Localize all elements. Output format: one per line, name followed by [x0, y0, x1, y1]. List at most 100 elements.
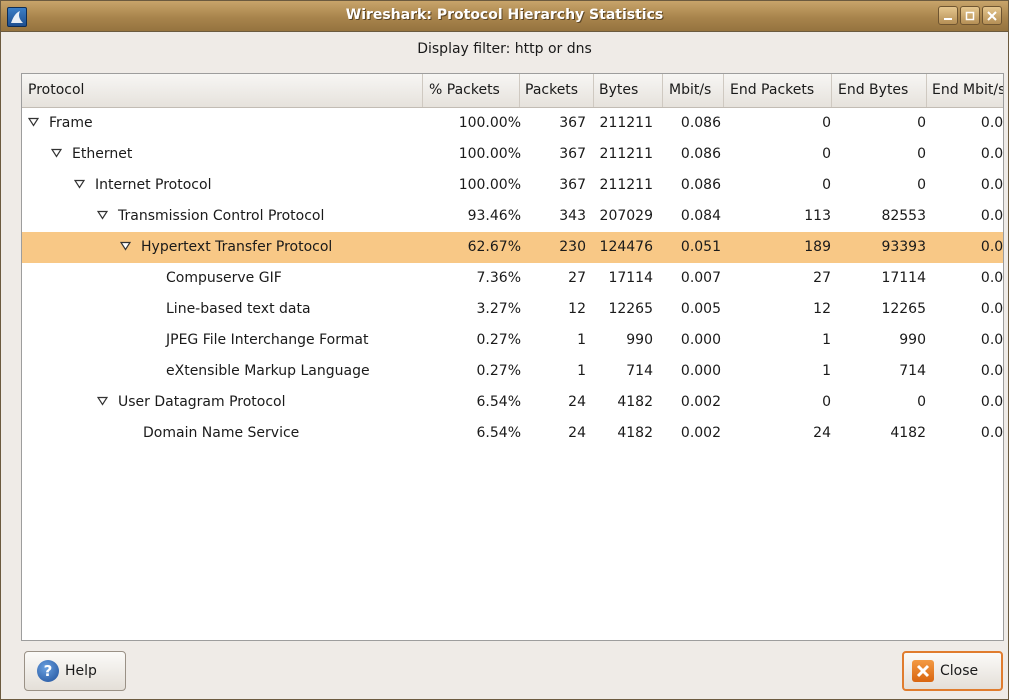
table-row[interactable]: Ethernet 100.00% 367 211211 0.086 0 0 0.000 [22, 139, 1003, 170]
packets-cell: 367 [559, 177, 586, 193]
protocol-name: Transmission Control Protocol [118, 208, 325, 224]
column-header-bytes[interactable]: Bytes [594, 74, 663, 107]
pct-cell: 7.36% [476, 270, 521, 286]
end-mbit-cell: 0.005 [980, 301, 1004, 317]
column-header-packets[interactable]: Packets [520, 74, 594, 107]
close-window-button[interactable] [982, 6, 1002, 25]
bytes-cell: 12265 [608, 301, 653, 317]
end-packets-cell: 113 [804, 208, 831, 224]
end-bytes-cell: 714 [899, 363, 926, 379]
column-header-end-mbit[interactable]: End Mbit/s [927, 74, 1003, 107]
maximize-icon [965, 11, 975, 20]
end-mbit-cell: 0.000 [980, 363, 1004, 379]
mbit-cell: 0.005 [680, 301, 721, 317]
bytes-cell: 211211 [599, 115, 653, 131]
end-packets-cell: 24 [813, 425, 831, 441]
protocol-name: Domain Name Service [143, 425, 300, 441]
table-row[interactable]: Line-based text data 3.27% 12 12265 0.005 12 1… [22, 294, 1003, 325]
column-header-row: Protocol % Packets Packets Bytes Mbit/s … [22, 74, 1003, 108]
packets-cell: 27 [568, 270, 586, 286]
end-mbit-cell: 0.000 [980, 146, 1004, 162]
table-row[interactable]: eXtensible Markup Language 0.27% 1 714 0.000… [22, 356, 1003, 387]
end-mbit-cell: 0.034 [980, 208, 1004, 224]
table-row[interactable]: JPEG File Interchange Format 0.27% 1 990 0.0… [22, 325, 1003, 356]
mbit-cell: 0.002 [680, 394, 721, 410]
pct-cell: 6.54% [476, 394, 521, 410]
triangle-down-icon[interactable] [96, 387, 109, 406]
bytes-cell: 4182 [617, 394, 653, 410]
table-row[interactable]: User Datagram Protocol 6.54% 24 4182 0.002 0 0… [22, 387, 1003, 418]
bytes-cell: 211211 [599, 177, 653, 193]
protocol-cell: Transmission Control Protocol [96, 201, 325, 232]
table-row[interactable]: Hypertext Transfer Protocol 62.67% 230 1244… [22, 232, 1003, 263]
mbit-cell: 0.051 [680, 239, 721, 255]
pct-cell: 93.46% [467, 208, 521, 224]
end-packets-cell: 0 [822, 146, 831, 162]
tree-rows: Frame100.00%3672112110.086000.000Etherne… [22, 108, 1003, 449]
protocol-name: Hypertext Transfer Protocol [141, 239, 333, 255]
end-bytes-cell: 0 [917, 394, 926, 410]
column-header-end-bytes[interactable]: End Bytes [832, 74, 927, 107]
packets-cell: 24 [568, 394, 586, 410]
pct-cell: 100.00% [458, 177, 521, 193]
end-bytes-cell: 12265 [881, 301, 926, 317]
protocol-name: JPEG File Interchange Format [166, 332, 369, 348]
pct-cell: 6.54% [476, 425, 521, 441]
triangle-down-icon[interactable] [50, 139, 63, 158]
end-packets-cell: 0 [822, 177, 831, 193]
triangle-down-icon[interactable] [73, 170, 86, 189]
protocol-cell: Compuserve GIF [166, 263, 282, 294]
pct-cell: 62.67% [467, 239, 521, 255]
table-row[interactable]: Domain Name Service 6.54% 24 4182 0.002 24 418… [22, 418, 1003, 449]
mbit-cell: 0.086 [680, 146, 721, 162]
protocol-cell: Domain Name Service [143, 418, 299, 449]
close-button[interactable]: Close [902, 651, 1003, 691]
minimize-icon [944, 17, 952, 20]
help-button[interactable]: ? Help [24, 651, 126, 691]
triangle-down-icon[interactable] [119, 232, 132, 251]
protocol-cell: Frame [27, 108, 93, 139]
column-header-end-packets[interactable]: End Packets [724, 74, 832, 107]
packets-cell: 24 [568, 425, 586, 441]
table-row[interactable]: Frame 100.00% 367 211211 0.086 0 0 0.000 [22, 108, 1003, 139]
protocol-name: Compuserve GIF [166, 270, 282, 286]
help-button-label: Help [65, 663, 97, 679]
help-icon: ? [37, 660, 59, 682]
end-bytes-cell: 4182 [890, 425, 926, 441]
protocol-tree[interactable]: Protocol % Packets Packets Bytes Mbit/s … [21, 73, 1004, 641]
end-mbit-cell: 0.000 [980, 394, 1004, 410]
mbit-cell: 0.000 [680, 363, 721, 379]
column-header-protocol[interactable]: Protocol [22, 74, 423, 107]
packets-cell: 367 [559, 146, 586, 162]
protocol-cell: JPEG File Interchange Format [166, 325, 368, 356]
column-header-mbit[interactable]: Mbit/s [663, 74, 724, 107]
end-packets-cell: 0 [822, 394, 831, 410]
end-mbit-cell: 0.038 [980, 239, 1004, 255]
end-mbit-cell: 0.007 [980, 270, 1004, 286]
table-row[interactable]: Internet Protocol 100.00% 367 211211 0.086 0 0… [22, 170, 1003, 201]
display-filter-label: Display filter: http or dns [417, 41, 592, 57]
end-bytes-cell: 82553 [881, 208, 926, 224]
packets-cell: 12 [568, 301, 586, 317]
triangle-down-icon[interactable] [96, 201, 109, 220]
triangle-down-icon[interactable] [27, 108, 40, 127]
protocol-name: Frame [49, 115, 93, 131]
table-row[interactable]: Transmission Control Protocol 93.46% 343 20… [22, 201, 1003, 232]
packets-cell: 1 [577, 363, 586, 379]
end-packets-cell: 0 [822, 115, 831, 131]
maximize-button[interactable] [960, 6, 980, 25]
column-header-pct-packets[interactable]: % Packets [423, 74, 520, 107]
end-bytes-cell: 0 [917, 115, 926, 131]
bytes-cell: 207029 [599, 208, 653, 224]
end-mbit-cell: 0.000 [980, 332, 1004, 348]
bytes-cell: 4182 [617, 425, 653, 441]
end-bytes-cell: 93393 [881, 239, 926, 255]
end-packets-cell: 1 [822, 332, 831, 348]
table-row[interactable]: Compuserve GIF 7.36% 27 17114 0.007 27 17114 0.… [22, 263, 1003, 294]
minimize-button[interactable] [938, 6, 958, 25]
pct-cell: 100.00% [458, 146, 521, 162]
end-packets-cell: 12 [813, 301, 831, 317]
mbit-cell: 0.002 [680, 425, 721, 441]
bytes-cell: 17114 [608, 270, 653, 286]
title-bar[interactable]: Wireshark: Protocol Hierarchy Statistics [1, 1, 1008, 32]
